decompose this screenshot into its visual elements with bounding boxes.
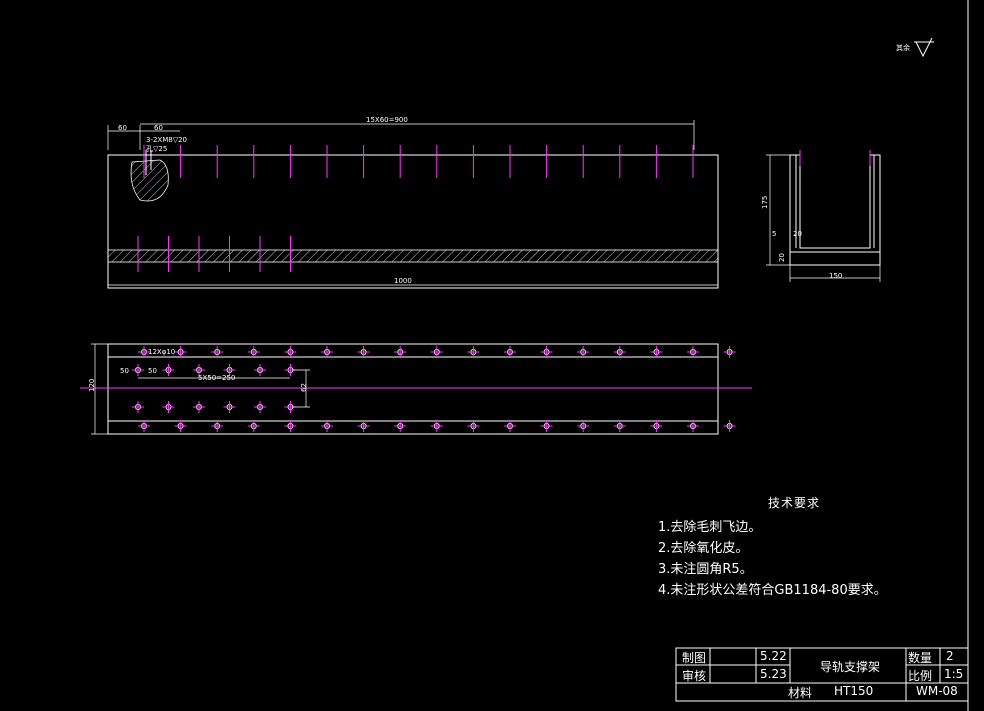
note-item-2: 2.去除氧化皮。 xyxy=(658,541,749,556)
note-item-3: 3.未注圆角R5。 xyxy=(658,562,753,577)
hole-callout-text: 3-2XM8▽20 xyxy=(146,136,187,144)
plan-edge-hole xyxy=(430,346,443,358)
plan-edge-hole xyxy=(613,420,626,432)
note-item-1: 1.去除毛刺飞边。 xyxy=(658,520,762,535)
plan-edge-hole xyxy=(211,420,224,432)
plan-inner-hole xyxy=(193,401,205,413)
left-offset-text: 60 xyxy=(118,124,127,132)
drawn-label: 制图 xyxy=(682,651,707,665)
plan-edge-hole xyxy=(174,420,187,432)
side-step-text: 5 xyxy=(772,230,776,238)
side-view-outline xyxy=(789,154,881,266)
plan-edge-hole xyxy=(284,420,297,432)
plan-edge-hole xyxy=(650,346,663,358)
side-base-text: 20 xyxy=(778,253,786,262)
plan-edge-hole xyxy=(577,346,590,358)
checked-label: 审核 xyxy=(682,669,707,683)
side-view: 175 20 20 5 150 xyxy=(761,150,881,282)
side-wall-text: 20 xyxy=(793,230,802,238)
plan-edge-hole xyxy=(467,420,480,432)
plan-hole-callout-text: 12Xφ10 xyxy=(148,348,175,356)
roughness-label: 其余 xyxy=(896,43,910,52)
plan-inner-hole xyxy=(132,364,144,376)
plan-edge-hole xyxy=(247,420,260,432)
hole-callout-text-2: 孔▽25 xyxy=(146,145,167,153)
plan-edge-hole xyxy=(504,346,516,358)
left-gap-text-2: 50 xyxy=(148,367,157,375)
plan-inner-hole xyxy=(132,401,144,413)
note-item-4: 4.未注形状公差符合GB1184-80要求。 xyxy=(658,583,887,598)
notes-title: 技术要求 xyxy=(768,496,821,510)
drawing-number: WM-08 xyxy=(916,684,958,698)
plan-edge-holes xyxy=(138,346,736,432)
plan-edge-hole xyxy=(211,346,224,358)
roughness-symbol: 其余 xyxy=(896,37,934,58)
drawn-date: 5.22 xyxy=(760,649,787,663)
plan-edge-hole xyxy=(687,346,699,358)
plan-edge-hole xyxy=(357,346,370,358)
plan-view: 120 5X50=250 50 50 62 12Xφ10 xyxy=(80,343,752,435)
plan-edge-hole xyxy=(540,346,553,358)
technical-requirements: 技术要求 1.去除毛刺飞边。 2.去除氧化皮。 3.未注圆角R5。 4.未注形状… xyxy=(658,494,887,601)
plan-edge-hole xyxy=(430,420,443,432)
plan-edge-hole xyxy=(613,346,626,358)
plan-edge-hole xyxy=(321,346,333,358)
side-width-text: 150 xyxy=(829,272,842,280)
plan-edge-hole xyxy=(723,420,736,432)
plan-edge-hole xyxy=(284,346,297,358)
plan-edge-hole xyxy=(174,346,187,358)
plan-inner-hole xyxy=(254,364,266,376)
plan-inner-hole xyxy=(223,401,236,413)
plan-edge-hole xyxy=(687,420,699,432)
partial-section xyxy=(130,159,169,202)
plan-edge-hole xyxy=(138,420,150,432)
side-height-text: 175 xyxy=(761,196,769,209)
first-pitch-text: 60 xyxy=(154,124,163,132)
left-gap-text: 50 xyxy=(120,367,129,375)
spacing-v-text: 62 xyxy=(300,383,308,392)
front-view: 15X60=900 60 60 3-2XM8▽20 孔▽25 1000 xyxy=(107,116,719,289)
plan-inner-hole xyxy=(254,401,266,413)
material-value: HT150 xyxy=(834,684,874,698)
top-dimension-text: 15X60=900 xyxy=(366,116,408,124)
plan-width-text: 120 xyxy=(88,379,96,392)
qty-label: 数量 xyxy=(908,651,933,665)
plan-edge-hole xyxy=(577,420,590,432)
title-block: 制图 5.22 审核 5.23 导轨支撑架 数量 2 比例 1:5 材料 HT1… xyxy=(676,648,968,700)
group-dim-text: 5X50=250 xyxy=(198,374,235,382)
plan-edge-hole xyxy=(467,346,480,358)
qty-value: 2 xyxy=(946,649,954,663)
material-label: 材料 xyxy=(788,686,813,700)
plan-edge-hole xyxy=(394,420,407,432)
plan-edge-hole xyxy=(357,420,370,432)
front-hole-centerlines xyxy=(143,145,694,178)
plan-inner-hole xyxy=(162,401,175,413)
plan-edge-hole xyxy=(723,346,736,358)
part-name: 导轨支撑架 xyxy=(820,660,881,674)
plan-edge-hole xyxy=(504,420,516,432)
plan-inner-hole xyxy=(162,364,175,376)
plan-edge-hole xyxy=(247,346,260,358)
scale-value: 1:5 xyxy=(944,667,964,681)
drawing-sheet: 其余 15X60=900 60 60 3-2XM8▽20 孔▽25 1000 1… xyxy=(80,0,969,711)
scale-label: 比例 xyxy=(908,669,933,683)
plan-edge-hole xyxy=(321,420,333,432)
plan-edge-hole xyxy=(650,420,663,432)
checked-date: 5.23 xyxy=(760,667,787,681)
plan-edge-hole xyxy=(394,346,407,358)
plan-edge-hole xyxy=(540,420,553,432)
overall-length-text: 1000 xyxy=(394,277,412,285)
